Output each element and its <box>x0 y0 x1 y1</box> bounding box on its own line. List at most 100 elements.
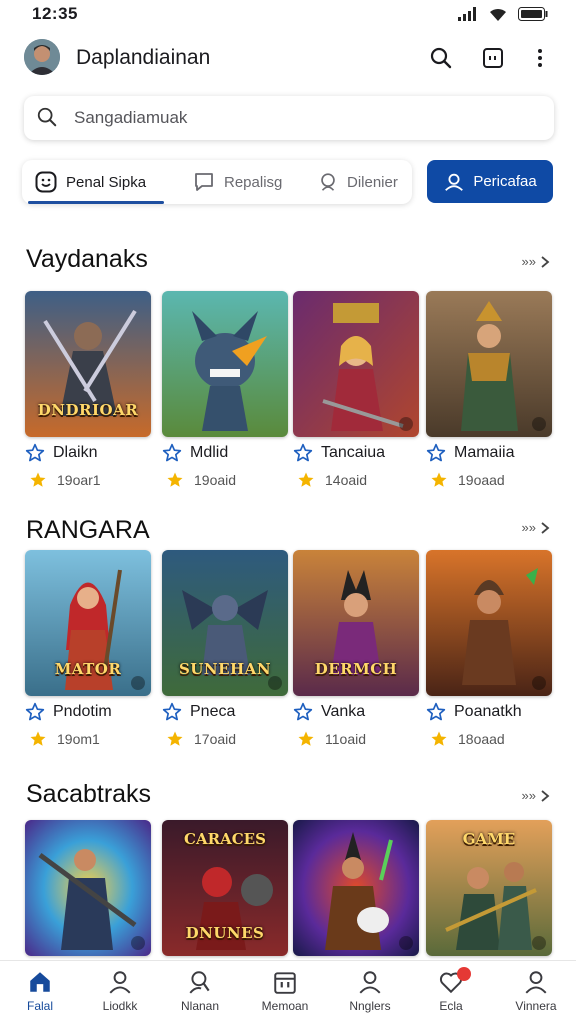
nav-label: Nnglers <box>349 999 391 1013</box>
chevron-right-icon <box>541 255 550 268</box>
nav-label: Falal <box>26 999 53 1013</box>
tab-penal-sipka[interactable]: Penal Sipka <box>34 160 146 204</box>
wifi-icon <box>490 8 506 21</box>
card-title: Vanka <box>293 702 365 722</box>
card-meta-text: 17oaid <box>194 731 237 747</box>
game-card[interactable]: DERMCH Vanka 11oaid <box>293 550 419 747</box>
avatar-image <box>24 39 60 75</box>
game-card[interactable] <box>293 820 419 956</box>
star-icon <box>431 472 447 487</box>
see-all-link[interactable]: »» <box>522 254 550 269</box>
card-meta-text: 14oaid <box>325 472 368 488</box>
game-thumbnail: GAME <box>426 820 552 956</box>
card-meta: 19om1 <box>29 730 100 748</box>
search-input[interactable] <box>74 106 534 130</box>
section-title: Sacabtraks <box>26 780 152 808</box>
nav-item-vinnera[interactable]: Vinnera <box>500 969 572 1013</box>
star-outline-icon <box>25 443 45 462</box>
card-meta-text: 18oaad <box>458 731 505 747</box>
card-name-text: Vanka <box>321 703 366 720</box>
star-outline-icon <box>426 443 446 462</box>
card-meta: 17oaid <box>166 730 236 748</box>
card-meta: 18oaad <box>430 730 505 748</box>
notification-badge <box>457 967 471 981</box>
tab-dilenier[interactable]: Dilenier <box>317 160 398 204</box>
game-card[interactable]: CARACES DNUNES <box>162 820 288 956</box>
game-card[interactable]: SUNEHAN Pneca 17oaid <box>162 550 288 747</box>
section-title: RANGARA <box>26 516 150 544</box>
status-bar: 12:35 <box>0 0 576 30</box>
card-title: Poanatkh <box>426 702 522 722</box>
search-bar <box>24 96 554 140</box>
star-outline-icon <box>293 443 313 462</box>
avatar[interactable] <box>24 39 60 75</box>
see-all-label: »» <box>521 788 536 803</box>
art-title-top: GAME <box>462 830 516 848</box>
game-thumbnail: SUNEHAN <box>162 550 288 696</box>
card-title: Mamaiia <box>426 443 514 463</box>
active-tab-indicator <box>28 201 164 204</box>
game-card[interactable]: MATOR Pndotim 19om1 <box>25 550 151 747</box>
pericafaa-button[interactable]: Pericafaa <box>427 160 553 203</box>
expand-icon <box>131 676 145 690</box>
expand-icon <box>532 936 546 950</box>
game-card[interactable]: Mdlid 19oaid <box>162 291 288 488</box>
search-button[interactable] <box>425 42 457 74</box>
game-card[interactable]: Poanatkh 18oaad <box>426 550 552 747</box>
game-thumbnail: DNDRIOAR <box>25 291 151 437</box>
tab-label: Penal Sipka <box>66 173 147 191</box>
see-all-label: »» <box>521 254 536 269</box>
nav-label: Ecla <box>439 999 463 1013</box>
game-thumbnail <box>426 291 552 437</box>
card-name-text: Tancaiua <box>321 444 386 461</box>
nav-item-falal[interactable]: Falal <box>4 969 76 1013</box>
expand-icon <box>532 676 546 690</box>
game-thumbnail <box>426 550 552 696</box>
square-button[interactable] <box>477 42 509 74</box>
square-icon <box>483 48 503 68</box>
more-button[interactable] <box>524 42 556 74</box>
person-icon <box>525 971 547 994</box>
star-outline-icon <box>162 443 182 462</box>
game-card[interactable] <box>25 820 151 956</box>
button-label: Pericafaa <box>473 173 537 190</box>
star-icon <box>30 731 46 746</box>
game-card[interactable]: GAME <box>426 820 552 956</box>
search-icon <box>37 107 57 127</box>
art-title: SUNEHAN <box>178 660 272 678</box>
status-time: 12:35 <box>32 4 78 23</box>
smiley-icon <box>35 171 57 193</box>
star-outline-icon <box>426 702 446 721</box>
tab-bar: Penal Sipka Repalisg Dilenier <box>22 160 412 204</box>
card-meta: 14oaid <box>297 471 367 489</box>
more-vert-icon <box>538 49 542 67</box>
nav-label: Memoan <box>261 999 309 1013</box>
card-title: Mdlid <box>162 443 228 463</box>
see-all-link[interactable]: »» <box>522 520 550 535</box>
nav-item-nlanan[interactable]: Nlanan <box>164 969 236 1013</box>
card-meta: 11oaid <box>297 730 366 748</box>
nav-item-liodkk[interactable]: Liodkk <box>84 969 156 1013</box>
game-thumbnail <box>293 291 419 437</box>
chevron-right-icon <box>541 521 550 534</box>
game-thumbnail: CARACES DNUNES <box>162 820 288 956</box>
art-title: DNUNES <box>185 924 265 942</box>
game-thumbnail: DERMCH <box>293 550 419 696</box>
tab-repalisg[interactable]: Repalisg <box>192 160 282 204</box>
nav-item-memoan[interactable]: Memoan <box>249 969 321 1013</box>
nav-item-nnglers[interactable]: Nnglers <box>334 969 406 1013</box>
page-title: Daplandiainan <box>76 46 211 69</box>
see-all-link[interactable]: »» <box>522 788 550 803</box>
tab-label: Repalisg <box>224 173 283 191</box>
section-title: Vaydanaks <box>26 245 148 273</box>
card-title: Pneca <box>162 702 235 722</box>
game-card[interactable]: DNDRIOAR Dlaikn 19oar1 <box>25 291 151 488</box>
art-title-top: CARACES <box>184 830 266 848</box>
game-card[interactable]: Tancaiua 14oaid <box>293 291 419 488</box>
expand-icon <box>399 936 413 950</box>
card-meta: 19oaid <box>166 471 236 489</box>
status-icons <box>458 6 548 22</box>
game-card[interactable]: Mamaiia 19oaad <box>426 291 552 488</box>
nav-item-ecla[interactable]: Ecla <box>415 967 487 1013</box>
card-meta: 19oar1 <box>29 471 101 489</box>
